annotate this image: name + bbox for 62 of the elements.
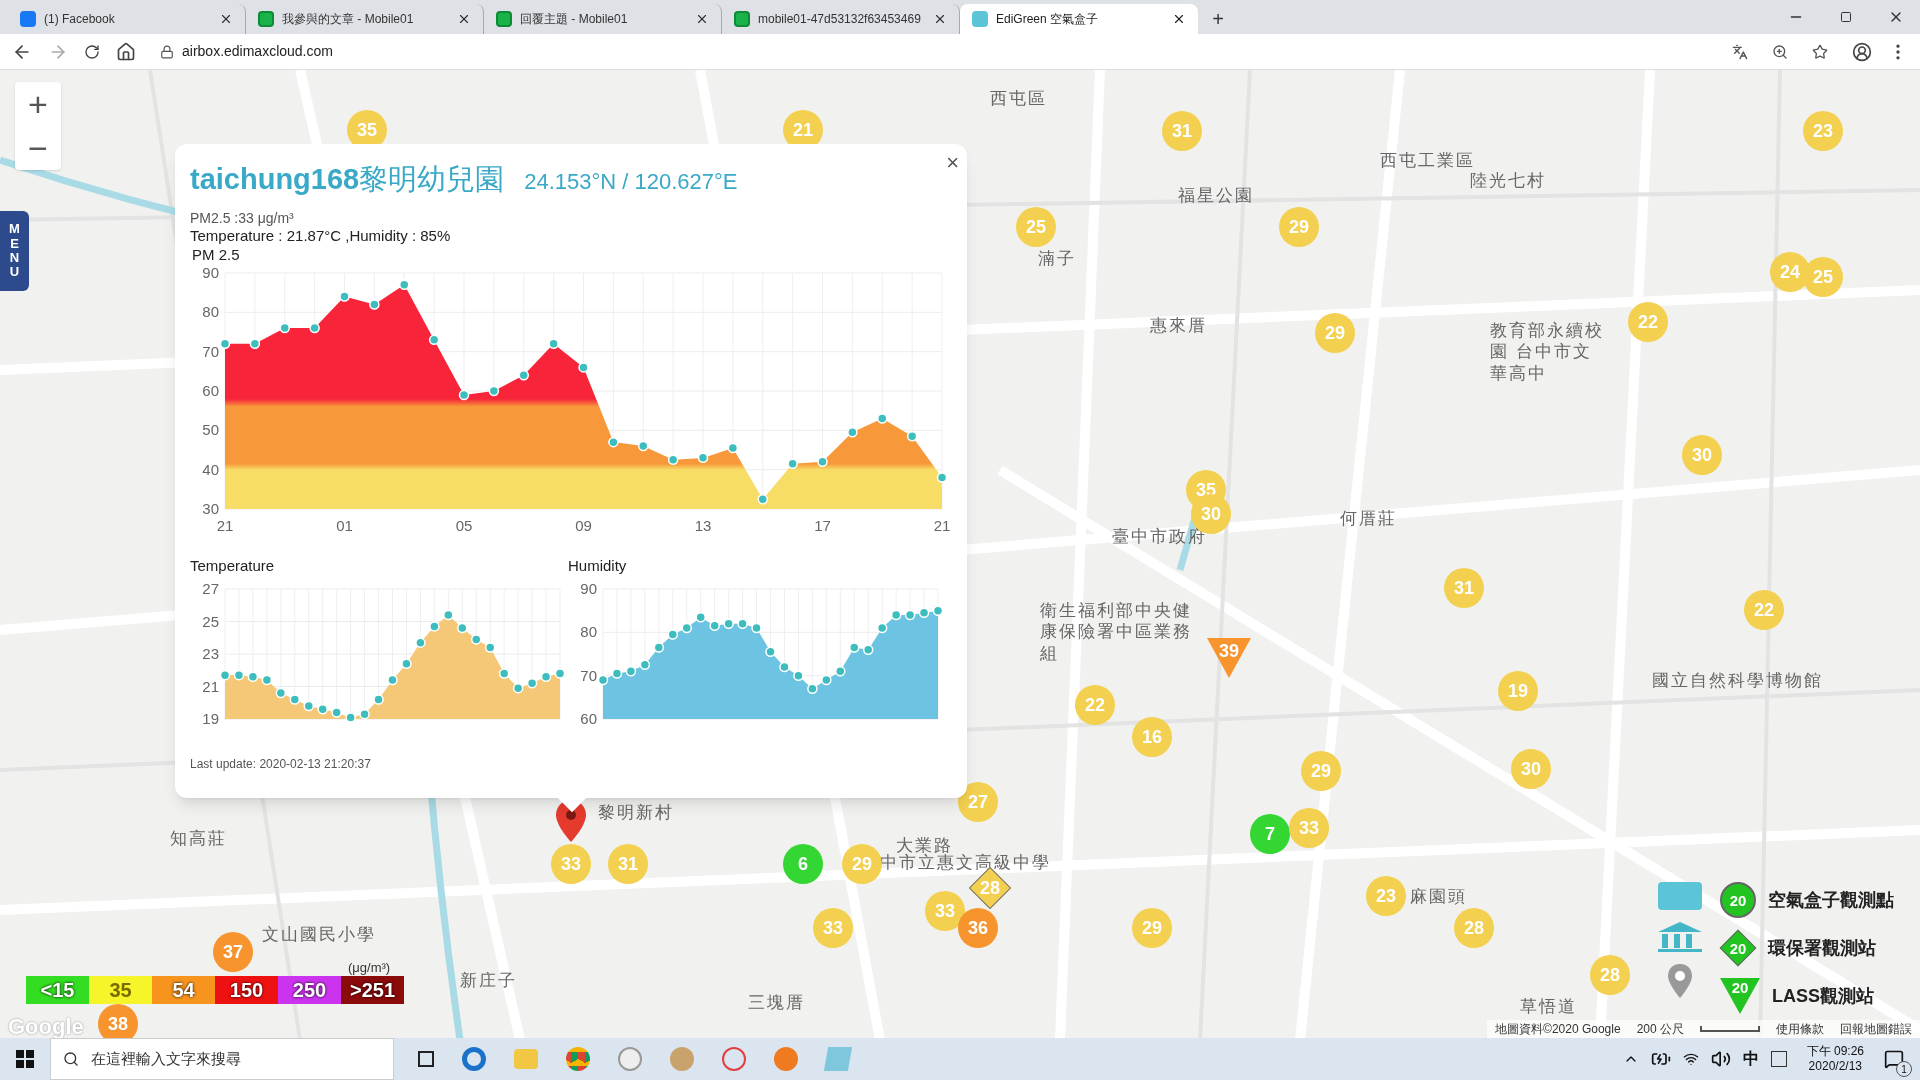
place-label: 知高莊 (170, 828, 227, 850)
scale-legend-item: <15 (26, 976, 89, 1004)
axis-tick-label: 13 (694, 516, 712, 534)
place-label: 惠來厝 (1150, 315, 1207, 337)
axis-tick-label: 30 (202, 499, 219, 517)
unit-label: (μg/m³) (348, 959, 391, 977)
axis-tick-label: 27 (202, 581, 219, 597)
axis-tick-label: 01 (336, 516, 353, 534)
scale-label: 200 公尺 (1636, 1021, 1684, 1038)
axis-tick-label: 40 (202, 460, 219, 478)
axis-tick-label: 23 (202, 645, 219, 662)
chart-title: Humidity (568, 555, 628, 576)
station-legend-label: LASS觀測站 (1772, 984, 1874, 1008)
chart-title: Temperature (190, 555, 276, 576)
axis-tick-label: 09 (575, 516, 592, 534)
axis-tick-label: 70 (580, 666, 597, 684)
station-title: taichung168黎明幼兒園 (190, 162, 505, 197)
station-legend-label: 環保署觀測站 (1768, 936, 1876, 960)
place-label: 三塊厝 (748, 992, 805, 1014)
place-label: 新庄子 (460, 970, 517, 992)
place-label: 國立自然科學博物館 (1652, 670, 1823, 692)
axis-tick-label: 90 (580, 581, 597, 597)
axis-tick-label: 90 (202, 264, 219, 281)
axis-tick-label: 25 (202, 612, 219, 630)
place-label: 陸光七村 (1470, 170, 1546, 192)
map-attribution: 地圖資料©2020 Google (1495, 1021, 1621, 1038)
axis-tick-label: 21 (216, 516, 234, 534)
axis-tick-label: 60 (202, 381, 219, 399)
place-label: 何厝莊 (1340, 508, 1397, 530)
scale-legend-item: >251 (341, 976, 404, 1004)
axis-tick-label: 21 (202, 677, 219, 695)
place-label: 草悟道 (1520, 996, 1577, 1018)
last-update: Last update: 2020-02-13 21:20:37 (190, 756, 372, 773)
pm-reading: PM2.5 :33 μg/m³ (190, 209, 295, 227)
place-label: 文山國民小學 (262, 924, 376, 946)
place-label: 西屯區 (990, 88, 1047, 110)
chart-title: PM 2.5 (192, 245, 241, 265)
station-legend-label: 空氣盒子觀測點 (1768, 888, 1894, 912)
axis-tick-label: 70 (202, 342, 219, 360)
place-label: 福星公園 (1178, 185, 1254, 207)
scale-legend-item: 35 (89, 976, 152, 1004)
axis-tick-label: 19 (202, 710, 219, 727)
axis-tick-label: 21 (933, 516, 950, 534)
place-label: 教育部永續校園 台中市文華高中 (1490, 320, 1605, 384)
place-label: 大業路 (896, 835, 953, 855)
scale-legend-item: 150 (215, 976, 278, 1004)
place-label: 黎明新村 (598, 802, 674, 824)
axis-tick-label: 50 (202, 420, 219, 438)
axis-tick-label: 17 (814, 516, 831, 534)
place-label: 西屯工業區 (1380, 150, 1475, 172)
scale-legend-item: 54 (152, 976, 215, 1004)
notification-count: 1 (1896, 1061, 1912, 1077)
axis-tick-label: 60 (580, 710, 597, 727)
axis-tick-label: 80 (202, 302, 219, 320)
scale-legend-item: 250 (278, 976, 341, 1004)
place-label: 麻園頭 (1410, 886, 1467, 908)
weather-reading: Temperature : 21.87°C ,Humidity : 85% (190, 227, 452, 246)
station-coordinates: 24.153°N / 120.627°E (524, 168, 738, 196)
axis-tick-label: 80 (580, 623, 597, 641)
place-label: 湳子 (1038, 248, 1076, 270)
place-label: 衛生福利部中央健康保險署中區業務組 (1040, 600, 1193, 664)
axis-tick-label: 05 (455, 516, 473, 534)
